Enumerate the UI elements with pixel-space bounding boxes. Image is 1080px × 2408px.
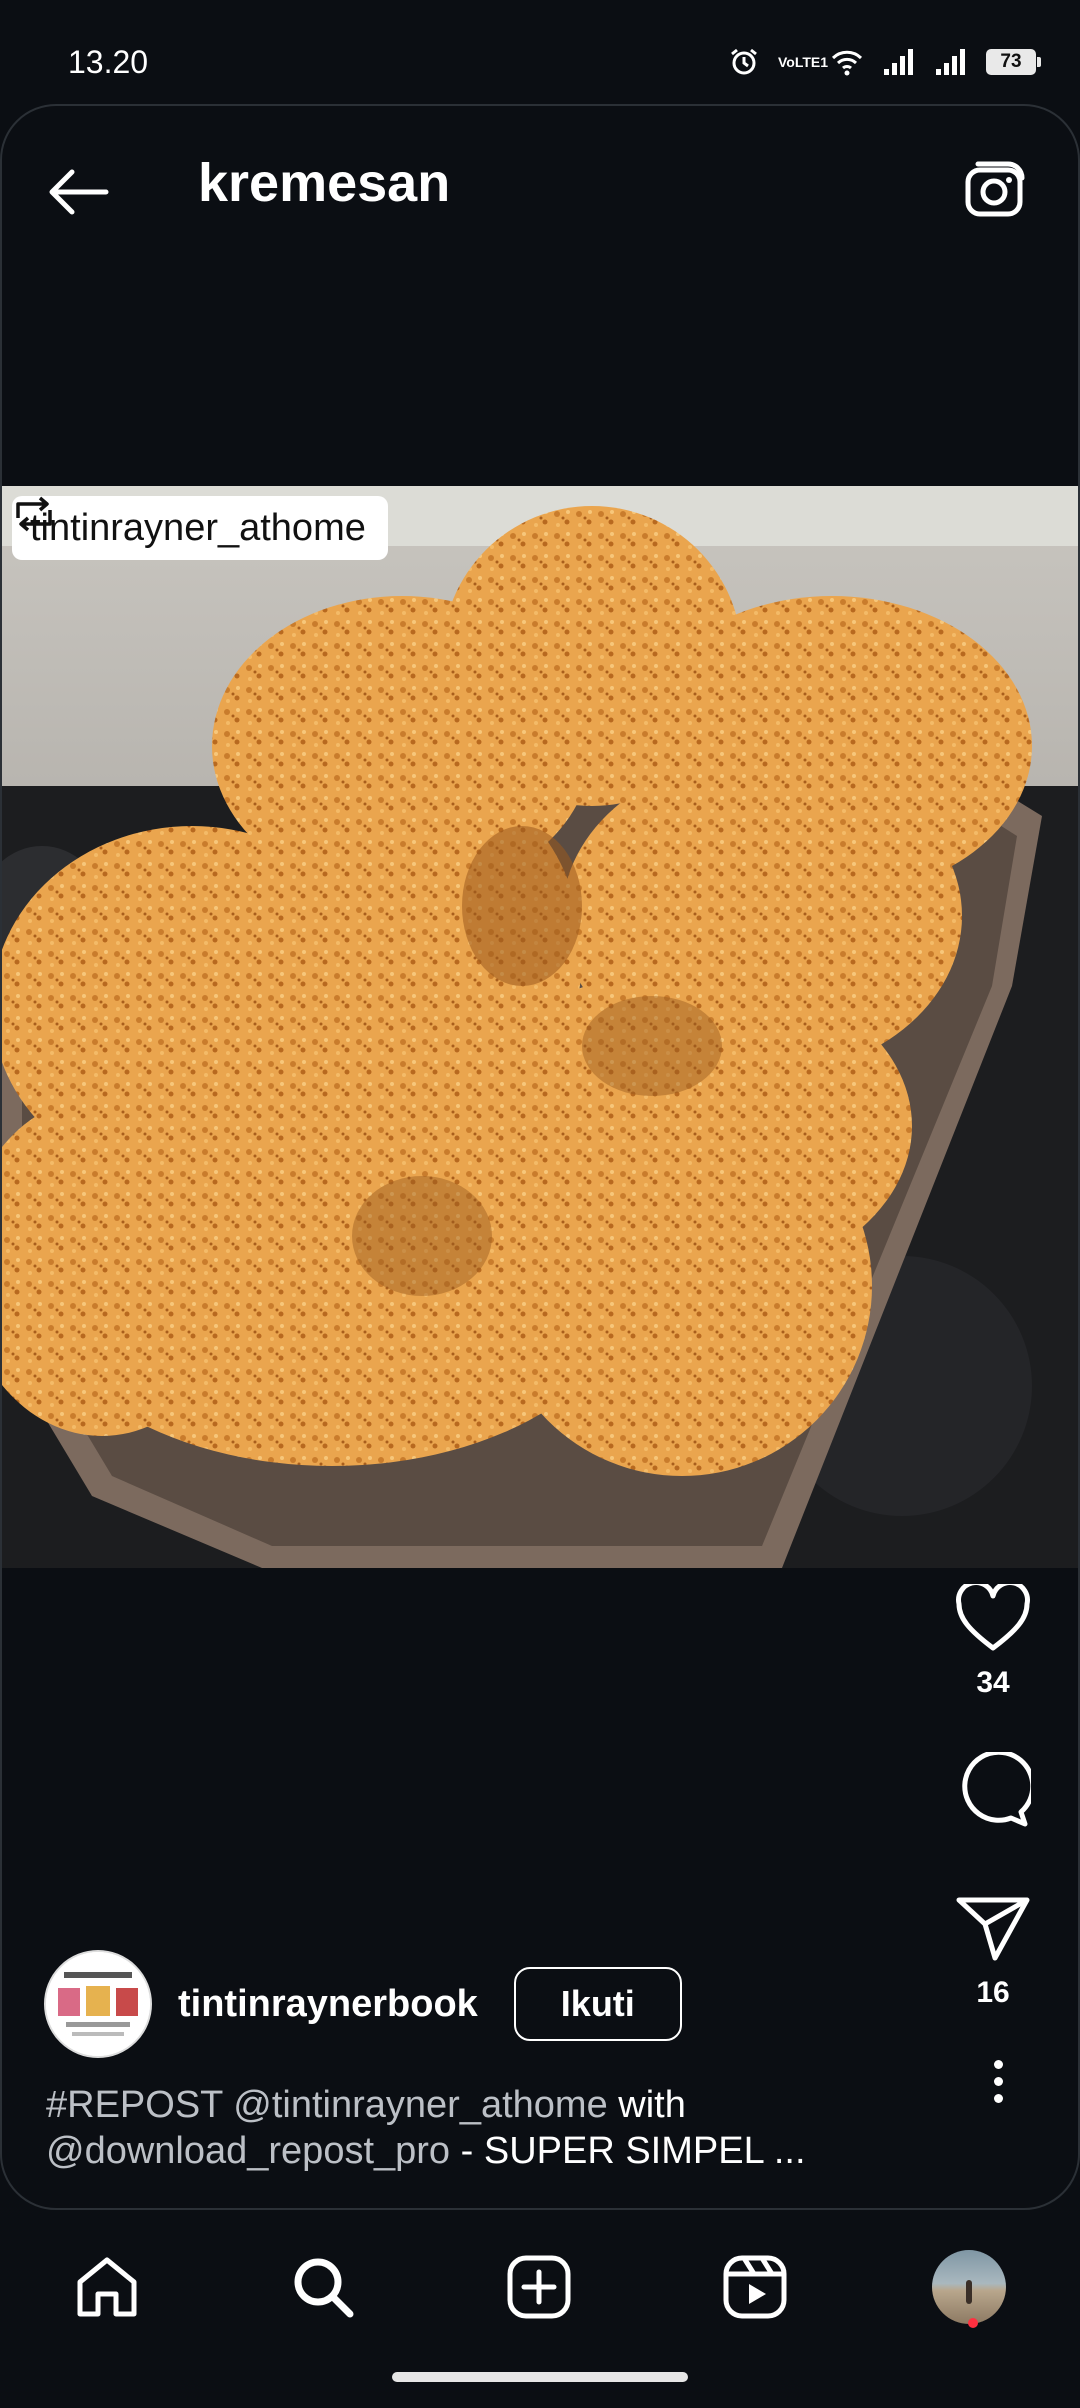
nav-home[interactable] (62, 2242, 152, 2332)
comment-icon (962, 1752, 1031, 1827)
status-time: 13.20 (68, 44, 149, 80)
back-button[interactable] (42, 156, 114, 228)
add-icon (507, 2255, 571, 2319)
caption-mention-1[interactable]: @tintinrayner_athome (233, 2084, 607, 2126)
status-icons: VoLTE1 73 (728, 44, 1041, 80)
search-icon (294, 2258, 354, 2318)
notification-dot (968, 2318, 978, 2328)
nav-create[interactable] (494, 2242, 584, 2332)
battery-icon: 73 (986, 49, 1041, 75)
signal-icon (884, 49, 913, 75)
alarm-icon (731, 48, 757, 75)
camera-button[interactable] (956, 150, 1036, 230)
caption-with: with (607, 2084, 686, 2126)
follow-button[interactable]: Ikuti (513, 1967, 682, 2041)
home-indicator[interactable] (392, 2372, 688, 2382)
more-dot (993, 2093, 1003, 2103)
more-dot (993, 2059, 1003, 2069)
more-dot (993, 2076, 1003, 2086)
heart-icon (956, 1584, 1030, 1651)
author-avatar[interactable] (44, 1950, 152, 2058)
nav-reels[interactable] (710, 2242, 800, 2332)
kremesan-photo (2, 486, 1078, 1568)
post-photo[interactable]: tintinrayner_athome (2, 486, 1078, 1568)
volte-label: VoLTE1 (778, 54, 829, 70)
nav-search[interactable] (278, 2242, 368, 2332)
like-button[interactable]: 34 (955, 1584, 1031, 1700)
share-button[interactable]: 16 (955, 1894, 1031, 2010)
repost-username: tintinrayner_athome (30, 506, 366, 549)
send-icon (956, 1897, 1030, 1961)
author-row: tintinraynerbook Ikuti (44, 1950, 682, 2058)
action-rail: 34 16 (938, 1584, 1048, 2010)
caption-hashtag[interactable]: #REPOST (46, 2084, 223, 2126)
camera-icon (965, 161, 1025, 217)
reel-viewer: kremesan tintinrayner_athome 34 16 tinti… (0, 104, 1080, 2210)
caption-text: - SUPER SIMPEL ... (450, 2130, 806, 2172)
caption-mention-2[interactable]: @download_repost_pro (46, 2130, 450, 2172)
wifi-icon (831, 50, 863, 76)
share-count: 16 (976, 1976, 1010, 2009)
status-bar: 13.20 VoLTE1 73 (0, 0, 1080, 100)
like-count: 34 (976, 1666, 1010, 1699)
repost-icon (16, 496, 52, 532)
author-username[interactable]: tintinraynerbook (178, 1983, 478, 2026)
signal-icon-2 (936, 49, 965, 75)
comment-button[interactable] (955, 1752, 1031, 1828)
arrow-left-icon (49, 169, 109, 215)
reels-icon (723, 2255, 787, 2319)
post-caption[interactable]: #REPOST @tintinrayner_athome with @downl… (46, 2082, 946, 2174)
page-title: kremesan (198, 153, 451, 213)
header: kremesan (2, 106, 1078, 266)
profile-avatar (932, 2250, 1006, 2324)
home-icon (77, 2257, 137, 2317)
battery-level: 73 (1000, 51, 1022, 72)
more-options-button[interactable] (978, 2046, 1018, 2116)
repost-badge[interactable]: tintinrayner_athome (12, 496, 388, 560)
avatar-image (46, 1952, 150, 2056)
